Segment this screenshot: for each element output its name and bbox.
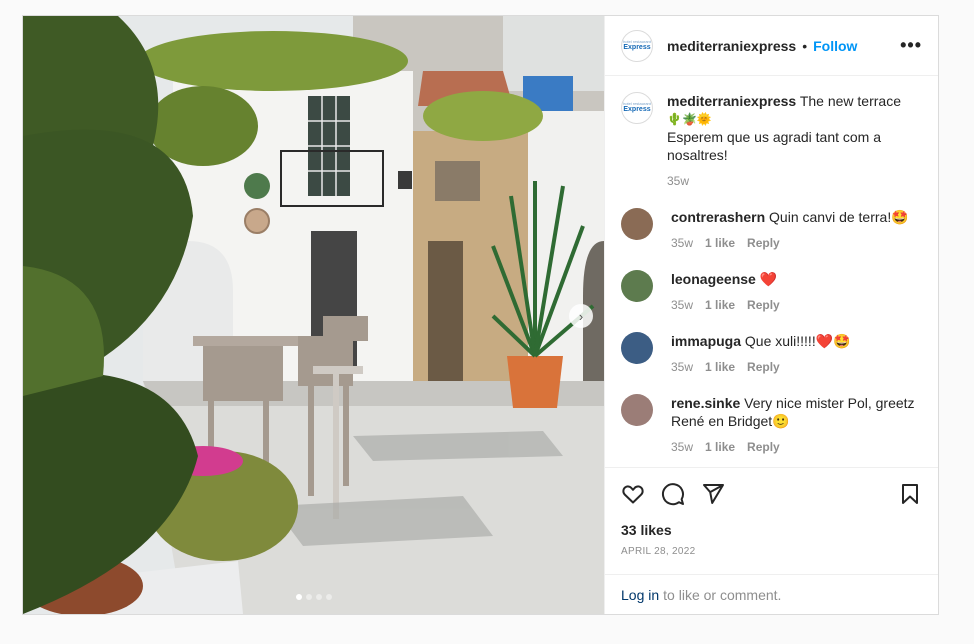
comment-meta: 35w 1 like Reply [671,296,780,314]
comment-time[interactable]: 35w [671,296,693,314]
comment-body: leonageense ❤️ 35w 1 like Reply [671,270,780,314]
comment-meta: 35w 1 like Reply [671,438,922,456]
caption: hotel restaurant Express mediterraniexpr… [621,92,922,190]
post-header: hotel restaurant Express mediterraniexpr… [605,16,938,76]
terrace-photo [23,16,604,614]
comment-meta: 35w 1 like Reply [671,358,851,376]
comment-body: immapuga Que xuli!!!!!❤️🤩 35w 1 like Rep… [671,332,851,376]
post-sidebar: hotel restaurant Express mediterraniexpr… [604,16,938,614]
comment-time[interactable]: 35w [671,358,693,376]
reply-button[interactable]: Reply [747,358,780,376]
comment-username[interactable]: immapuga [671,333,741,349]
comment-time[interactable]: 35w [671,438,693,456]
comment-time[interactable]: 35w [671,234,693,252]
chevron-right-icon: › [578,308,584,324]
avatar[interactable] [621,208,653,240]
comment-likes[interactable]: 1 like [705,296,735,314]
comment-username[interactable]: leonageense [671,271,756,287]
follow-button[interactable]: Follow [813,38,857,54]
carousel-dot [295,594,302,600]
carousel-dots [23,594,604,600]
reply-button[interactable]: Reply [747,438,780,456]
share-send-icon[interactable] [701,482,725,506]
comment-likes[interactable]: 1 like [705,358,735,376]
comment-text: Quin canvi de terra!🤩 [769,209,909,225]
bookmark-icon[interactable] [898,482,922,506]
comment-item: immapuga Que xuli!!!!!❤️🤩 35w 1 like Rep… [621,332,922,376]
reply-button[interactable]: Reply [747,296,780,314]
comment-likes[interactable]: 1 like [705,438,735,456]
comment-bubble-icon[interactable] [661,482,685,506]
caption-body: mediterraniexpress The new terrace 🌵🪴🌞 E… [667,92,922,190]
logo-big-text: Express [623,43,651,51]
avatar[interactable]: hotel restaurant Express [621,92,653,124]
likes-count[interactable]: 33 likes [621,522,922,538]
comment-body: rene.sinke Very nice mister Pol, greetz … [671,394,922,456]
caption-emojis: 🌵🪴🌞 [667,112,712,126]
avatar[interactable] [621,394,653,426]
login-text: to like or comment. [663,586,782,603]
instagram-post: › hotel restaurant Express mediterraniex… [22,15,939,615]
logo-big-text: Express [623,106,651,113]
comment-item: leonageense ❤️ 35w 1 like Reply [621,270,922,314]
avatar[interactable] [621,332,653,364]
login-link[interactable]: Log in [621,587,659,603]
carousel-dot [325,594,332,600]
comment-text: Que xuli!!!!!❤️🤩 [744,333,851,349]
caption-meta: 35w [667,172,922,190]
login-prompt: Log in to like or comment. [605,574,938,614]
comment-username[interactable]: rene.sinke [671,395,740,411]
comment-username[interactable]: contrerashern [671,209,765,225]
caption-time[interactable]: 35w [667,172,689,190]
more-options-icon[interactable]: ••• [900,35,922,56]
comment-text: ❤️ [759,271,778,287]
like-heart-icon[interactable] [621,482,645,506]
caption-username[interactable]: mediterraniexpress [667,93,796,109]
comment-body: contrerashern Quin canvi de terra!🤩 35w … [671,208,909,252]
comments-list[interactable]: hotel restaurant Express mediterraniexpr… [605,76,938,467]
carousel-dot [305,594,312,600]
post-actions: 33 likes APRIL 28, 2022 [605,467,938,557]
post-photo[interactable]: › [23,16,604,614]
carousel-dot [315,594,322,600]
post-date: APRIL 28, 2022 [621,546,696,557]
comment-item: rene.sinke Very nice mister Pol, greetz … [621,394,922,456]
comment-likes[interactable]: 1 like [705,234,735,252]
caption-line1: The new terrace [799,93,901,109]
avatar[interactable]: hotel restaurant Express [621,29,653,62]
comment-item: contrerashern Quin canvi de terra!🤩 35w … [621,208,922,252]
avatar[interactable] [621,270,653,302]
caption-line2: Esperem que us agradi tant com a nosaltr… [667,129,882,163]
comment-meta: 35w 1 like Reply [671,234,909,252]
reply-button[interactable]: Reply [747,234,780,252]
separator: • [802,37,808,54]
next-photo-button[interactable]: › [569,304,593,328]
action-icons [621,480,922,508]
post-username[interactable]: mediterraniexpress [667,38,796,54]
